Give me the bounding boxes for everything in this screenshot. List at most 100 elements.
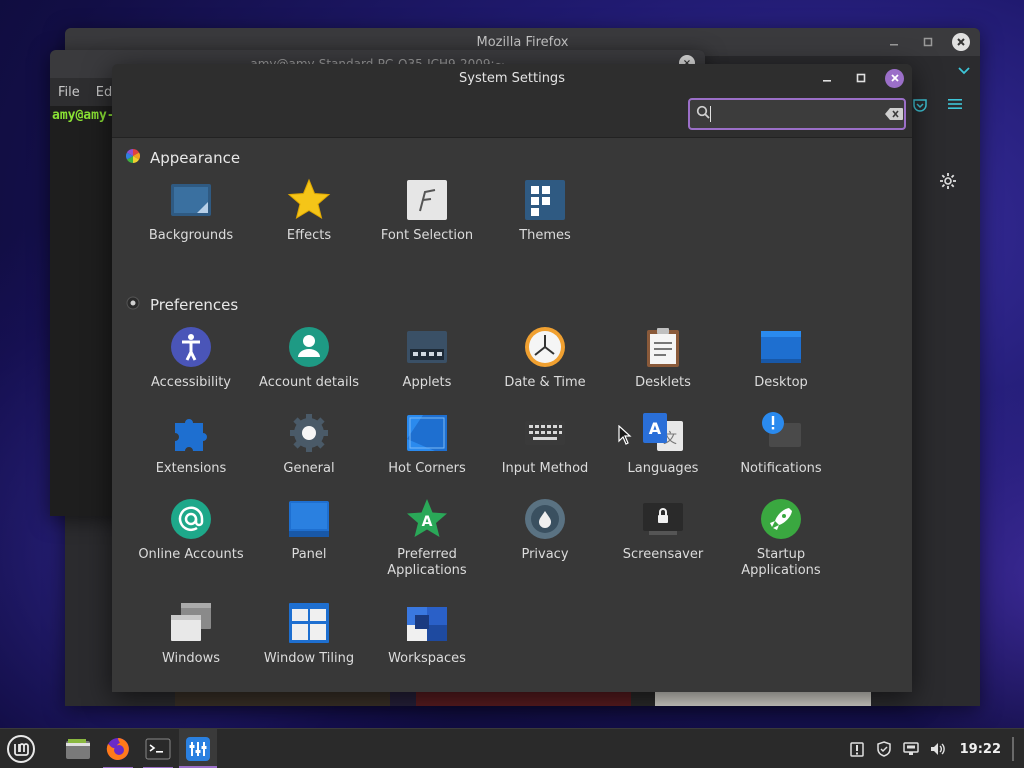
tile-label: Online Accounts	[138, 547, 244, 562]
tile-label: Privacy	[521, 547, 569, 562]
tile-label: Windows	[161, 651, 221, 666]
windows-icon	[169, 601, 213, 645]
tile-windows[interactable]: Windows	[132, 601, 250, 681]
mint-menu-button[interactable]	[2, 729, 40, 768]
tile-label: Desktop	[754, 375, 808, 390]
themes-icon	[523, 178, 567, 222]
tile-label: Accessibility	[151, 375, 231, 390]
firefox-close-button[interactable]	[952, 33, 970, 51]
tile-preferred-applications[interactable]: A Preferred Applications	[368, 497, 486, 578]
tile-label: Startup Applications	[741, 547, 821, 578]
privacy-icon	[523, 497, 567, 541]
settings-title: System Settings	[459, 70, 565, 86]
clock[interactable]: 19:22	[960, 742, 1001, 757]
system-tray: 19:22	[848, 729, 1016, 768]
gear-icon[interactable]	[939, 172, 957, 195]
panel-icon	[287, 497, 331, 541]
tile-effects[interactable]: Effects	[250, 178, 368, 258]
tile-label: Preferred Applications	[387, 547, 467, 578]
online-accounts-icon	[169, 497, 213, 541]
applets-icon	[405, 325, 449, 369]
files-icon[interactable]	[59, 729, 97, 768]
section-title-preferences: Preferences	[150, 296, 239, 314]
clear-search-icon[interactable]	[885, 108, 903, 120]
tile-label: Effects	[286, 228, 332, 243]
system-settings-window[interactable]: System Settings Appearance Backgrounds E…	[112, 64, 912, 692]
tile-label: Font Selection	[380, 228, 474, 243]
tile-panel[interactable]: Panel	[250, 497, 368, 577]
tile-notifications[interactable]: Notifications	[722, 411, 840, 491]
tile-label: Extensions	[155, 461, 227, 476]
hamburger-menu-icon[interactable]	[948, 96, 962, 114]
desklets-icon	[641, 325, 685, 369]
preferences-section-icon	[126, 296, 140, 314]
input-method-icon	[523, 411, 567, 455]
tile-general[interactable]: General	[250, 411, 368, 491]
firefox-icon[interactable]	[99, 729, 137, 768]
tile-date-time[interactable]: Date & Time	[486, 325, 604, 405]
general-icon	[287, 411, 331, 455]
tile-desktop[interactable]: Desktop	[722, 325, 840, 405]
tile-hot-corners[interactable]: Hot Corners	[368, 411, 486, 491]
tile-account-details[interactable]: Account details	[250, 325, 368, 405]
tile-online-accounts[interactable]: Online Accounts	[132, 497, 250, 577]
system-settings-icon[interactable]	[179, 729, 217, 768]
tile-label: Themes	[519, 228, 571, 243]
tile-label: Date & Time	[504, 375, 586, 390]
mouse-cursor-icon	[618, 424, 632, 449]
tile-label: Applets	[402, 375, 452, 390]
tile-backgrounds[interactable]: Backgrounds	[132, 178, 250, 258]
tile-extensions[interactable]: Extensions	[132, 411, 250, 491]
notifications-tray-icon[interactable]	[848, 740, 866, 758]
terminal-menu-file[interactable]: File	[58, 85, 80, 100]
firefox-minimize-button[interactable]	[884, 32, 904, 52]
firefox-title: Mozilla Firefox	[476, 34, 569, 50]
tile-startup-applications[interactable]: Startup Applications	[722, 497, 840, 578]
tile-desklets[interactable]: Desklets	[604, 325, 722, 405]
tile-font-selection[interactable]: Font Selection	[368, 178, 486, 258]
tile-label: Screensaver	[622, 547, 704, 562]
settings-close-button[interactable]	[885, 68, 904, 88]
network-icon[interactable]	[902, 740, 920, 758]
hot-corners-icon	[405, 411, 449, 455]
tile-applets[interactable]: Applets	[368, 325, 486, 405]
pocket-icon[interactable]	[913, 98, 927, 116]
desktop-icon	[759, 325, 803, 369]
font-selection-icon	[405, 178, 449, 222]
volume-icon[interactable]	[929, 740, 947, 758]
settings-maximize-button[interactable]	[851, 68, 871, 88]
tile-label: Backgrounds	[148, 228, 234, 243]
screensaver-icon	[641, 497, 685, 541]
tile-workspaces[interactable]: Workspaces	[368, 601, 486, 681]
terminal-icon[interactable]	[139, 729, 177, 768]
tile-languages[interactable]: 文A Languages	[604, 411, 722, 491]
section-appearance: Appearance	[126, 149, 240, 167]
account-details-icon	[287, 325, 331, 369]
workspaces-icon	[405, 601, 449, 645]
chevron-down-icon[interactable]	[958, 64, 970, 78]
extensions-icon	[169, 411, 213, 455]
tile-label: Languages	[627, 461, 699, 476]
update-manager-icon[interactable]	[875, 740, 893, 758]
settings-minimize-button[interactable]	[817, 68, 837, 88]
tile-label: Desklets	[635, 375, 691, 390]
firefox-maximize-button[interactable]	[918, 32, 938, 52]
tile-themes[interactable]: Themes	[486, 178, 604, 258]
tile-input-method[interactable]: Input Method	[486, 411, 604, 491]
settings-titlebar[interactable]: System Settings	[112, 64, 912, 92]
taskbar: 19:22	[0, 728, 1024, 768]
tile-label: Hot Corners	[388, 461, 466, 476]
notifications-icon	[759, 411, 803, 455]
show-desktop-button[interactable]	[1010, 737, 1016, 761]
search-input[interactable]	[710, 106, 885, 122]
tile-accessibility[interactable]: Accessibility	[132, 325, 250, 405]
tile-privacy[interactable]: Privacy	[486, 497, 604, 577]
preferred-applications-icon: A	[405, 497, 449, 541]
tile-label: Input Method	[501, 461, 589, 476]
tile-screensaver[interactable]: Screensaver	[604, 497, 722, 577]
tile-window-tiling[interactable]: Window Tiling	[250, 601, 368, 681]
date-time-icon	[523, 325, 567, 369]
svg-text:A: A	[649, 419, 662, 438]
terminal-menu-edit[interactable]: Ed	[96, 85, 112, 100]
search-box[interactable]	[688, 98, 906, 130]
